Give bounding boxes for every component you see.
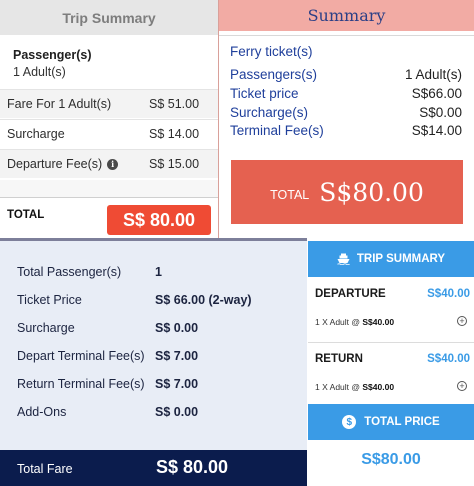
trip-summary-header: TRIP SUMMARY: [308, 241, 474, 277]
return-price: S$40.00: [427, 353, 470, 365]
add-ons-value: S$ 0.00: [155, 405, 199, 419]
trip-summary-panel-a: Trip Summary Passenger(s) 1 Adult(s) Far…: [0, 0, 218, 238]
divider: [219, 35, 474, 36]
trip-summary-title: TRIP SUMMARY: [356, 253, 446, 265]
ferry-tickets-title: Ferry ticket(s): [230, 44, 313, 59]
add-ons-label: Add-Ons: [17, 405, 67, 419]
ticket-price-label: Ticket Price: [17, 293, 82, 307]
return-section: RETURN S$40.00 1 X Adult @ S$40.00 +: [308, 342, 474, 402]
departure-detail-prefix: 1 X Adult @: [315, 317, 363, 327]
fare-breakdown-panel-c: Total Passenger(s) 1 Ticket Price S$ 66.…: [0, 238, 307, 486]
total-fare-value: S$ 80.00: [156, 457, 229, 477]
total-fare-bar: Total Fare S$ 80.00: [0, 450, 307, 486]
total-price-label: TOTAL PRICE: [364, 416, 440, 428]
passengers-label: Passengers(s): [230, 67, 318, 82]
return-terminal-fee-value: S$ 7.00: [155, 377, 199, 391]
add-ons-row: Add-Ons S$ 0.00: [17, 405, 198, 419]
trip-summary-panel-d: TRIP SUMMARY DEPARTURE S$40.00 1 X Adult…: [307, 241, 474, 486]
return-detail-price: S$40.00: [362, 382, 395, 392]
fare-value: S$ 51.00: [149, 97, 200, 111]
return-detail: 1 X Adult @ S$40.00: [315, 382, 394, 392]
total-box: TOTAL S$80.00: [231, 160, 463, 224]
total-amount-badge: S$ 80.00: [107, 205, 211, 235]
terminal-fee-row: Terminal Fee(s) S$14.00: [230, 123, 462, 138]
departure-title: DEPARTURE: [315, 288, 386, 300]
return-detail-prefix: 1 X Adult @: [315, 382, 363, 392]
depart-terminal-fee-row: Depart Terminal Fee(s) S$ 7.00: [17, 349, 198, 363]
panel-a-header: Trip Summary: [0, 0, 218, 35]
passengers-row: Passengers(s) 1 Adult(s): [230, 67, 462, 82]
ticket-price-value: S$66.00: [411, 86, 462, 101]
total-fare-label: Total Fare: [17, 462, 73, 476]
passenger-label: Passenger(s): [13, 48, 92, 62]
total-price-value: S$80.00: [361, 451, 421, 468]
spacer: [0, 180, 218, 197]
departure-fee-label: Departure Fee(s): [7, 157, 103, 171]
depart-terminal-fee-label: Depart Terminal Fee(s): [17, 349, 145, 363]
surcharge-row: Surcharge(s) S$0.00: [230, 105, 462, 120]
info-icon[interactable]: i: [107, 158, 119, 170]
ship-icon: [337, 253, 350, 265]
total-price-header: $ TOTAL PRICE: [308, 404, 474, 440]
departure-detail: 1 X Adult @ S$40.00: [315, 317, 394, 327]
ticket-price-label: Ticket price: [230, 86, 299, 101]
total-label: TOTAL: [7, 209, 45, 221]
total-passengers-value: 1: [155, 265, 162, 279]
ticket-price-value: S$ 66.00 (2-way): [155, 293, 252, 307]
return-title: RETURN: [315, 353, 363, 365]
surcharge-row: Surcharge S$ 14.00: [0, 119, 218, 148]
surcharge-label: Surcharge: [17, 321, 75, 335]
summary-panel-b: Summary Ferry ticket(s) Passengers(s) 1 …: [218, 0, 474, 238]
surcharge-label: Surcharge(s): [230, 105, 309, 120]
dollar-coin-icon: $: [342, 415, 357, 429]
terminal-fee-value: S$14.00: [411, 123, 462, 138]
departure-section: DEPARTURE S$40.00 1 X Adult @ S$40.00 +: [308, 277, 474, 337]
surcharge-row: Surcharge S$ 0.00: [17, 321, 198, 335]
total-passengers-row: Total Passenger(s) 1: [17, 265, 162, 279]
surcharge-value: S$ 0.00: [155, 321, 199, 335]
passenger-block: Passenger(s) 1 Adult(s): [0, 35, 218, 89]
return-terminal-fee-row: Return Terminal Fee(s) S$ 7.00: [17, 377, 198, 391]
ticket-price-row: Ticket Price S$ 66.00 (2-way): [17, 293, 252, 307]
passengers-value: 1 Adult(s): [404, 67, 462, 82]
plus-circle-icon[interactable]: +: [457, 316, 467, 326]
departure-fee-value: S$ 15.00: [149, 157, 200, 171]
departure-detail-price: S$40.00: [362, 317, 395, 327]
surcharge-value: S$0.00: [419, 105, 462, 120]
total-passengers-label: Total Passenger(s): [17, 265, 122, 279]
total-label: TOTAL: [270, 187, 310, 202]
plus-circle-icon[interactable]: +: [457, 381, 467, 391]
total-row: TOTAL S$ 80.00: [0, 197, 218, 238]
surcharge-value: S$ 14.00: [149, 127, 200, 141]
fare-row: Fare For 1 Adult(s) S$ 51.00: [0, 89, 218, 118]
departure-fee-row: Departure Fee(s) i S$ 15.00: [0, 149, 218, 178]
total-value: S$80.00: [319, 177, 424, 207]
passenger-value: 1 Adult(s): [13, 65, 66, 79]
terminal-fee-label: Terminal Fee(s): [230, 123, 324, 138]
return-terminal-fee-label: Return Terminal Fee(s): [17, 377, 145, 391]
panel-b-header: Summary: [219, 0, 474, 31]
depart-terminal-fee-value: S$ 7.00: [155, 349, 199, 363]
ticket-price-row: Ticket price S$66.00: [230, 86, 462, 101]
departure-price: S$40.00: [427, 288, 470, 300]
